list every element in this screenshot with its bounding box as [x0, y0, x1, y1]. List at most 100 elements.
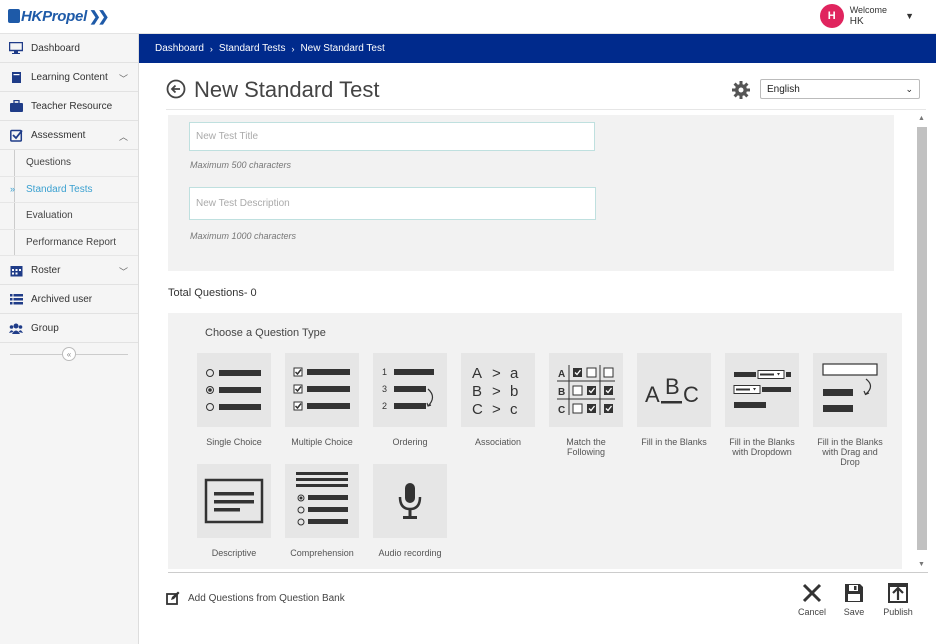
svg-text:c: c	[510, 401, 518, 417]
user-menu[interactable]: H Welcome HK ▼	[819, 4, 914, 28]
svg-text:>: >	[492, 365, 501, 382]
sidebar-item-group[interactable]: Group	[0, 314, 138, 343]
language-select[interactable]: English ⌄	[760, 79, 920, 99]
breadcrumb-dashboard[interactable]: Dashboard	[155, 43, 204, 54]
scrollbar[interactable]: ▲ ▼	[916, 113, 928, 573]
avatar[interactable]: H	[819, 4, 844, 28]
svg-text:C: C	[472, 401, 483, 417]
question-type-label: Fill in the Blanks with Drag and Drop	[817, 437, 883, 467]
test-title-input[interactable]: New Test Title	[189, 122, 595, 151]
scroll-down-icon[interactable]: ▼	[918, 561, 925, 568]
question-type-label: Association	[474, 437, 522, 447]
sidebar-item-dashboard[interactable]: Dashboard	[0, 34, 138, 63]
sidebar: Dashboard Learning Content ﹀ Teacher Res…	[0, 34, 139, 644]
fill-drag-icon	[813, 353, 887, 427]
question-type-association[interactable]: A > a B > b C > c Association	[461, 353, 535, 447]
gear-icon[interactable]	[731, 80, 751, 100]
publish-label: Publish	[883, 607, 913, 617]
question-type-fill-drag-drop[interactable]: Fill in the Blanks with Drag and Drop	[813, 353, 887, 467]
multiple-choice-icon	[285, 353, 359, 427]
question-type-audio-recording[interactable]: Audio recording	[373, 464, 447, 558]
question-type-ordering[interactable]: 1 3 2 Ordering	[373, 353, 447, 447]
fill-blanks-icon: ABC	[637, 353, 711, 427]
question-type-heading: Choose a Question Type	[205, 327, 326, 339]
match-icon: ABC	[549, 353, 623, 427]
sidebar-item-learning-content[interactable]: Learning Content ﹀	[0, 63, 138, 92]
test-description-input[interactable]: New Test Description	[189, 187, 596, 220]
question-type-label: Single Choice	[206, 437, 262, 447]
question-type-match-following[interactable]: ABC Match the Following	[549, 353, 623, 457]
breadcrumb-standard-tests[interactable]: Standard Tests	[219, 43, 286, 54]
collapse-sidebar-icon[interactable]: «	[62, 347, 76, 361]
description-hint: Maximum 1000 characters	[190, 231, 297, 241]
question-type-fill-blanks[interactable]: ABC Fill in the Blanks	[637, 353, 711, 447]
svg-text:B: B	[558, 387, 565, 398]
page-title: New Standard Test	[194, 77, 380, 102]
logo-text: HKPropel	[21, 7, 87, 25]
sidebar-item-label: Roster	[31, 264, 61, 276]
question-type-label: Ordering	[392, 437, 428, 447]
save-icon	[845, 584, 863, 602]
save-label: Save	[843, 607, 865, 617]
add-from-question-bank[interactable]: Add Questions from Question Bank	[166, 591, 345, 605]
publish-button[interactable]: Publish	[878, 583, 918, 617]
sidebar-item-roster[interactable]: Roster ﹀	[0, 256, 138, 285]
scroll-thumb[interactable]	[917, 127, 927, 550]
logo-chevrons-icon: ❯❯	[88, 7, 110, 24]
top-bar: HKPropel ❯❯ H Welcome HK ▼	[0, 0, 936, 34]
sidebar-subitem-label: Performance Report	[26, 236, 117, 248]
sidebar-item-label: Assessment	[31, 129, 86, 141]
svg-text:>: >	[492, 401, 501, 417]
sidebar-item-assessment[interactable]: Assessment ︿	[0, 121, 138, 150]
association-icon: A > a B > b C > c	[461, 353, 535, 427]
svg-text:A: A	[558, 369, 565, 380]
chevron-down-icon: ﹀	[118, 74, 128, 84]
question-type-single-choice[interactable]: Single Choice	[197, 353, 271, 447]
sidebar-collapse-row: «	[0, 343, 138, 365]
sidebar-subitem-standard-tests[interactable]: » Standard Tests	[0, 176, 138, 203]
question-type-panel: Choose a Question Type Single Choice Mul…	[168, 313, 902, 569]
sidebar-subitem-label: Evaluation	[26, 210, 73, 222]
checkbox-icon	[9, 128, 23, 142]
descriptive-icon	[197, 464, 271, 538]
sidebar-subitem-label: Questions	[26, 157, 72, 169]
sidebar-item-archived-user[interactable]: Archived user	[0, 285, 138, 314]
welcome-label: Welcome	[849, 5, 888, 15]
logo[interactable]: HKPropel ❯❯	[8, 7, 110, 25]
question-type-fill-dropdown[interactable]: Fill in the Blanks with Dropdown	[725, 353, 799, 457]
total-questions: Total Questions- 0	[168, 287, 257, 299]
cancel-button[interactable]: Cancel	[792, 583, 832, 617]
question-type-label: Comprehension	[290, 548, 354, 558]
caret-down-icon[interactable]: ▼	[905, 11, 914, 21]
svg-text:A: A	[472, 365, 482, 382]
chevron-up-icon: ︿	[118, 132, 128, 142]
edit-icon	[166, 591, 180, 605]
book-icon	[9, 70, 23, 84]
svg-text:A: A	[645, 382, 660, 407]
svg-text:C: C	[683, 382, 699, 407]
svg-text:a: a	[510, 365, 519, 382]
chevron-down-icon: ⌄	[905, 84, 913, 94]
chevron-down-icon: ﹀	[118, 267, 128, 277]
sidebar-item-label: Archived user	[31, 293, 93, 305]
sidebar-subitem-questions[interactable]: Questions	[0, 150, 138, 177]
question-type-label: Descriptive	[211, 548, 257, 558]
question-type-multiple-choice[interactable]: Multiple Choice	[285, 353, 359, 447]
svg-text:B: B	[665, 374, 680, 399]
save-button[interactable]: Save	[834, 583, 874, 617]
question-type-descriptive[interactable]: Descriptive	[197, 464, 271, 558]
chevron-right-icon: ›	[291, 43, 295, 54]
sidebar-item-teacher-resource[interactable]: Teacher Resource	[0, 92, 138, 121]
sidebar-item-label: Group	[31, 322, 59, 334]
briefcase-icon	[9, 99, 23, 113]
back-arrow-icon[interactable]	[166, 79, 186, 99]
scroll-up-icon[interactable]: ▲	[918, 115, 925, 122]
sidebar-subitem-performance-report[interactable]: Performance Report	[0, 229, 138, 256]
svg-text:C: C	[558, 405, 565, 416]
question-type-comprehension[interactable]: Comprehension	[285, 464, 359, 558]
monitor-icon	[9, 41, 23, 55]
page-header: New Standard Test English ⌄	[166, 76, 926, 110]
sidebar-subitem-evaluation[interactable]: Evaluation	[0, 203, 138, 230]
fill-dropdown-icon	[725, 353, 799, 427]
breadcrumb-current: New Standard Test	[300, 43, 385, 54]
